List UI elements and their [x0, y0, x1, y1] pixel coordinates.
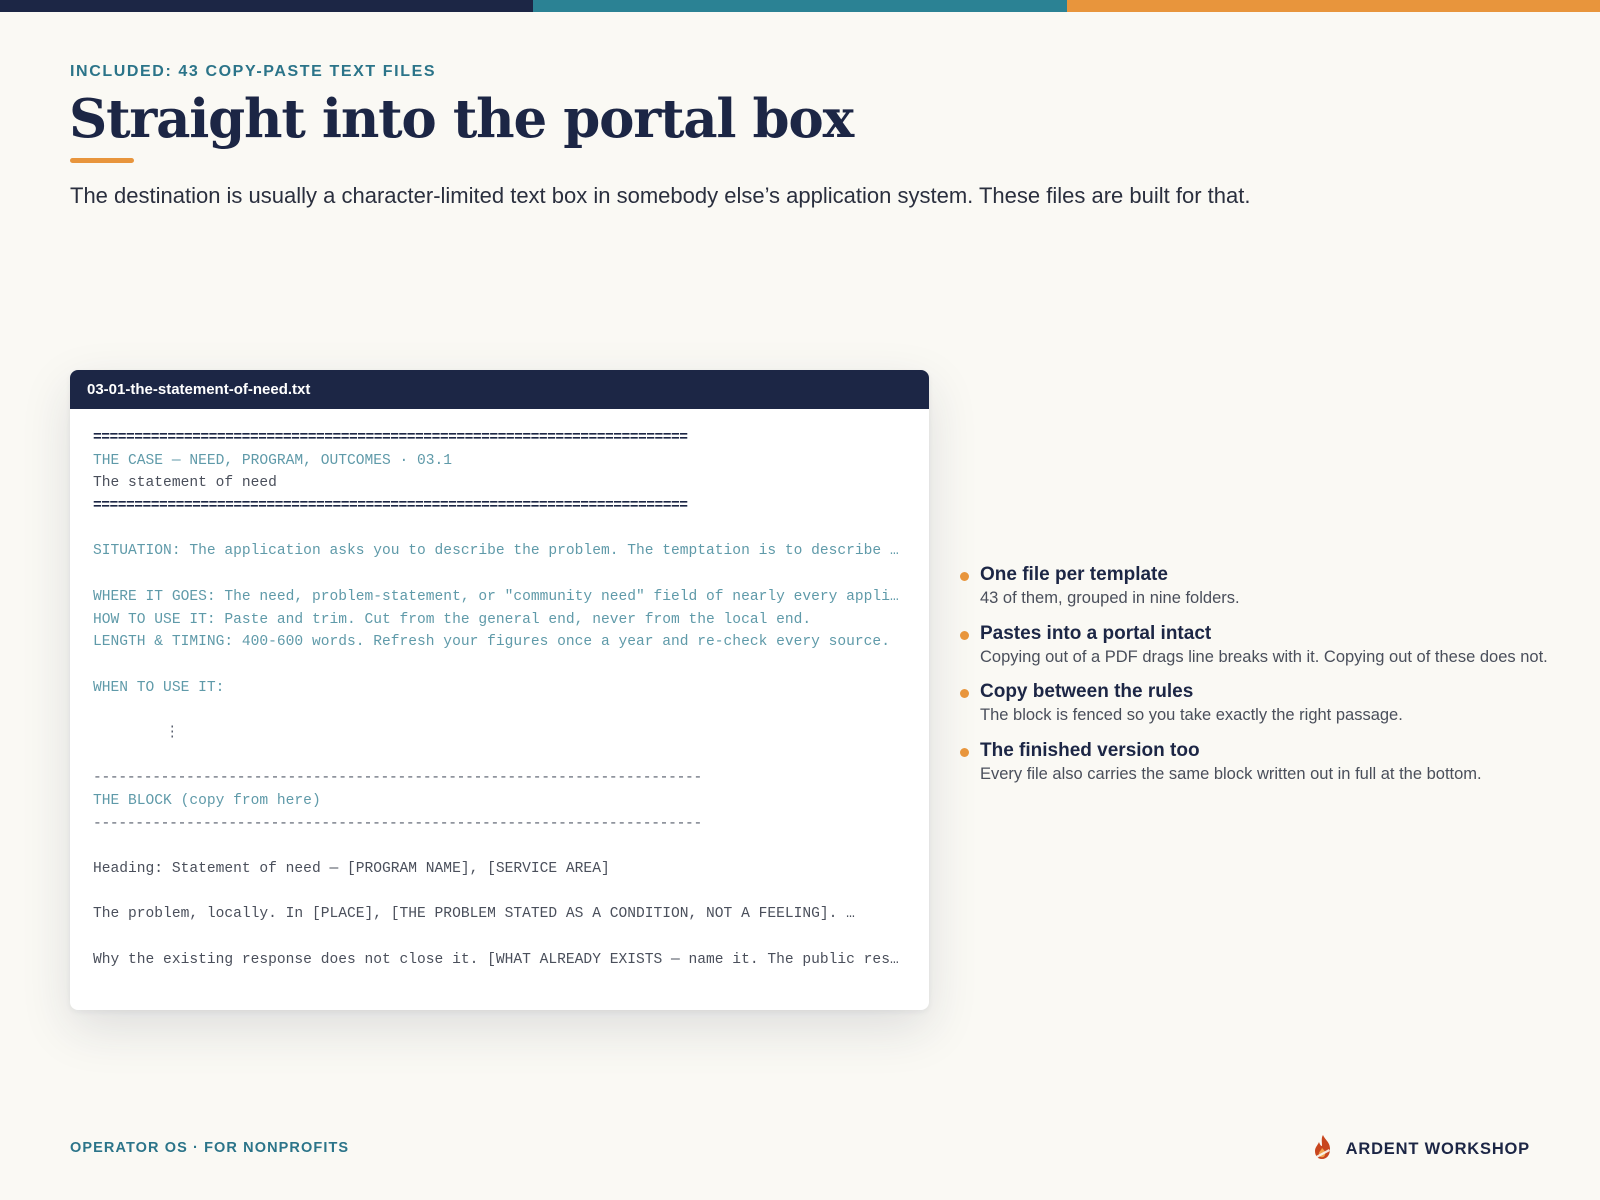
- block-label-line: THE BLOCK (copy from here): [93, 793, 321, 809]
- heading-line: Heading: Statement of need — [PROGRAM NA…: [93, 861, 610, 878]
- feature-title: Copy between the rules: [980, 681, 1194, 702]
- footer-product-label: OPERATOR OS · FOR NONPROFITS: [70, 1140, 350, 1156]
- feature-description: The block is fenced so you take exactly …: [980, 706, 1403, 724]
- when-line: WHEN TO USE IT:: [93, 679, 225, 696]
- section-line: THE CASE — NEED, PROGRAM, OUTCOMES · 03.…: [93, 452, 453, 469]
- problem-line: The problem, locally. In [PLACE], [THE P…: [93, 906, 855, 923]
- feature-item: The finished version too Every file also…: [960, 739, 1560, 786]
- bullet-dot-icon: [960, 689, 969, 698]
- feature-item: Pastes into a portal intact Copying out …: [960, 622, 1560, 669]
- feature-item: One file per template 43 of them, groupe…: [960, 563, 1560, 610]
- double-rule-bottom: ========================================…: [93, 498, 688, 515]
- accent-segment-navy: [0, 0, 534, 12]
- file-name-tab: 03-01-the-statement-of-need.txt: [70, 370, 929, 409]
- why-line: Why the existing response does not close…: [93, 951, 907, 968]
- feature-description: Every file also carries the same block w…: [980, 764, 1482, 783]
- feature-list: One file per template 43 of them, groupe…: [960, 563, 1560, 797]
- feature-item: Copy between the rules The block is fenc…: [960, 680, 1560, 727]
- brand-name: ARDENT WORKSHOP: [1345, 1140, 1530, 1158]
- doc-title-line: The statement of need: [93, 475, 277, 492]
- dash-rule-bottom: ----------------------------------------…: [93, 815, 702, 832]
- top-accent-bar: [0, 0, 1600, 12]
- eyebrow-label: INCLUDED: 43 COPY-PASTE TEXT FILES: [70, 63, 437, 80]
- feature-description: Copying out of a PDF drags line breaks w…: [980, 647, 1548, 666]
- bullet-dot-icon: [960, 630, 969, 640]
- accent-segment-orange: [1066, 0, 1600, 12]
- where-line: WHERE IT GOES: The need, problem-stateme…: [93, 588, 907, 605]
- double-rule-top: ========================================…: [93, 430, 688, 446]
- vertical-ellipsis-icon: ⋮: [165, 724, 180, 741]
- dash-rule-top: ----------------------------------------…: [93, 770, 702, 787]
- title-underline: [70, 158, 134, 163]
- bullet-dot-icon: [960, 572, 969, 581]
- length-line: LENGTH & TIMING: 400-600 words. Refresh …: [93, 634, 890, 651]
- how-line: HOW TO USE IT: Paste and trim. Cut from …: [93, 611, 812, 628]
- feature-title: Pastes into a portal intact: [980, 622, 1212, 644]
- feature-description: 43 of them, grouped in nine folders.: [980, 589, 1240, 607]
- feature-title: One file per template: [980, 564, 1168, 585]
- bullet-dot-icon: [960, 747, 969, 757]
- flame-icon: [1312, 1134, 1334, 1165]
- file-preview-card: 03-01-the-statement-of-need.txt ========…: [70, 370, 929, 1010]
- feature-title: The finished version too: [980, 739, 1200, 761]
- footer-brand: ARDENT WORKSHOP: [1312, 1134, 1530, 1165]
- page-title: Straight into the portal box: [69, 88, 854, 150]
- lede-paragraph: The destination is usually a character-l…: [70, 183, 1251, 208]
- accent-segment-teal: [533, 0, 1067, 12]
- situation-line: SITUATION: The application asks you to d…: [93, 543, 907, 560]
- file-content: ========================================…: [70, 409, 929, 972]
